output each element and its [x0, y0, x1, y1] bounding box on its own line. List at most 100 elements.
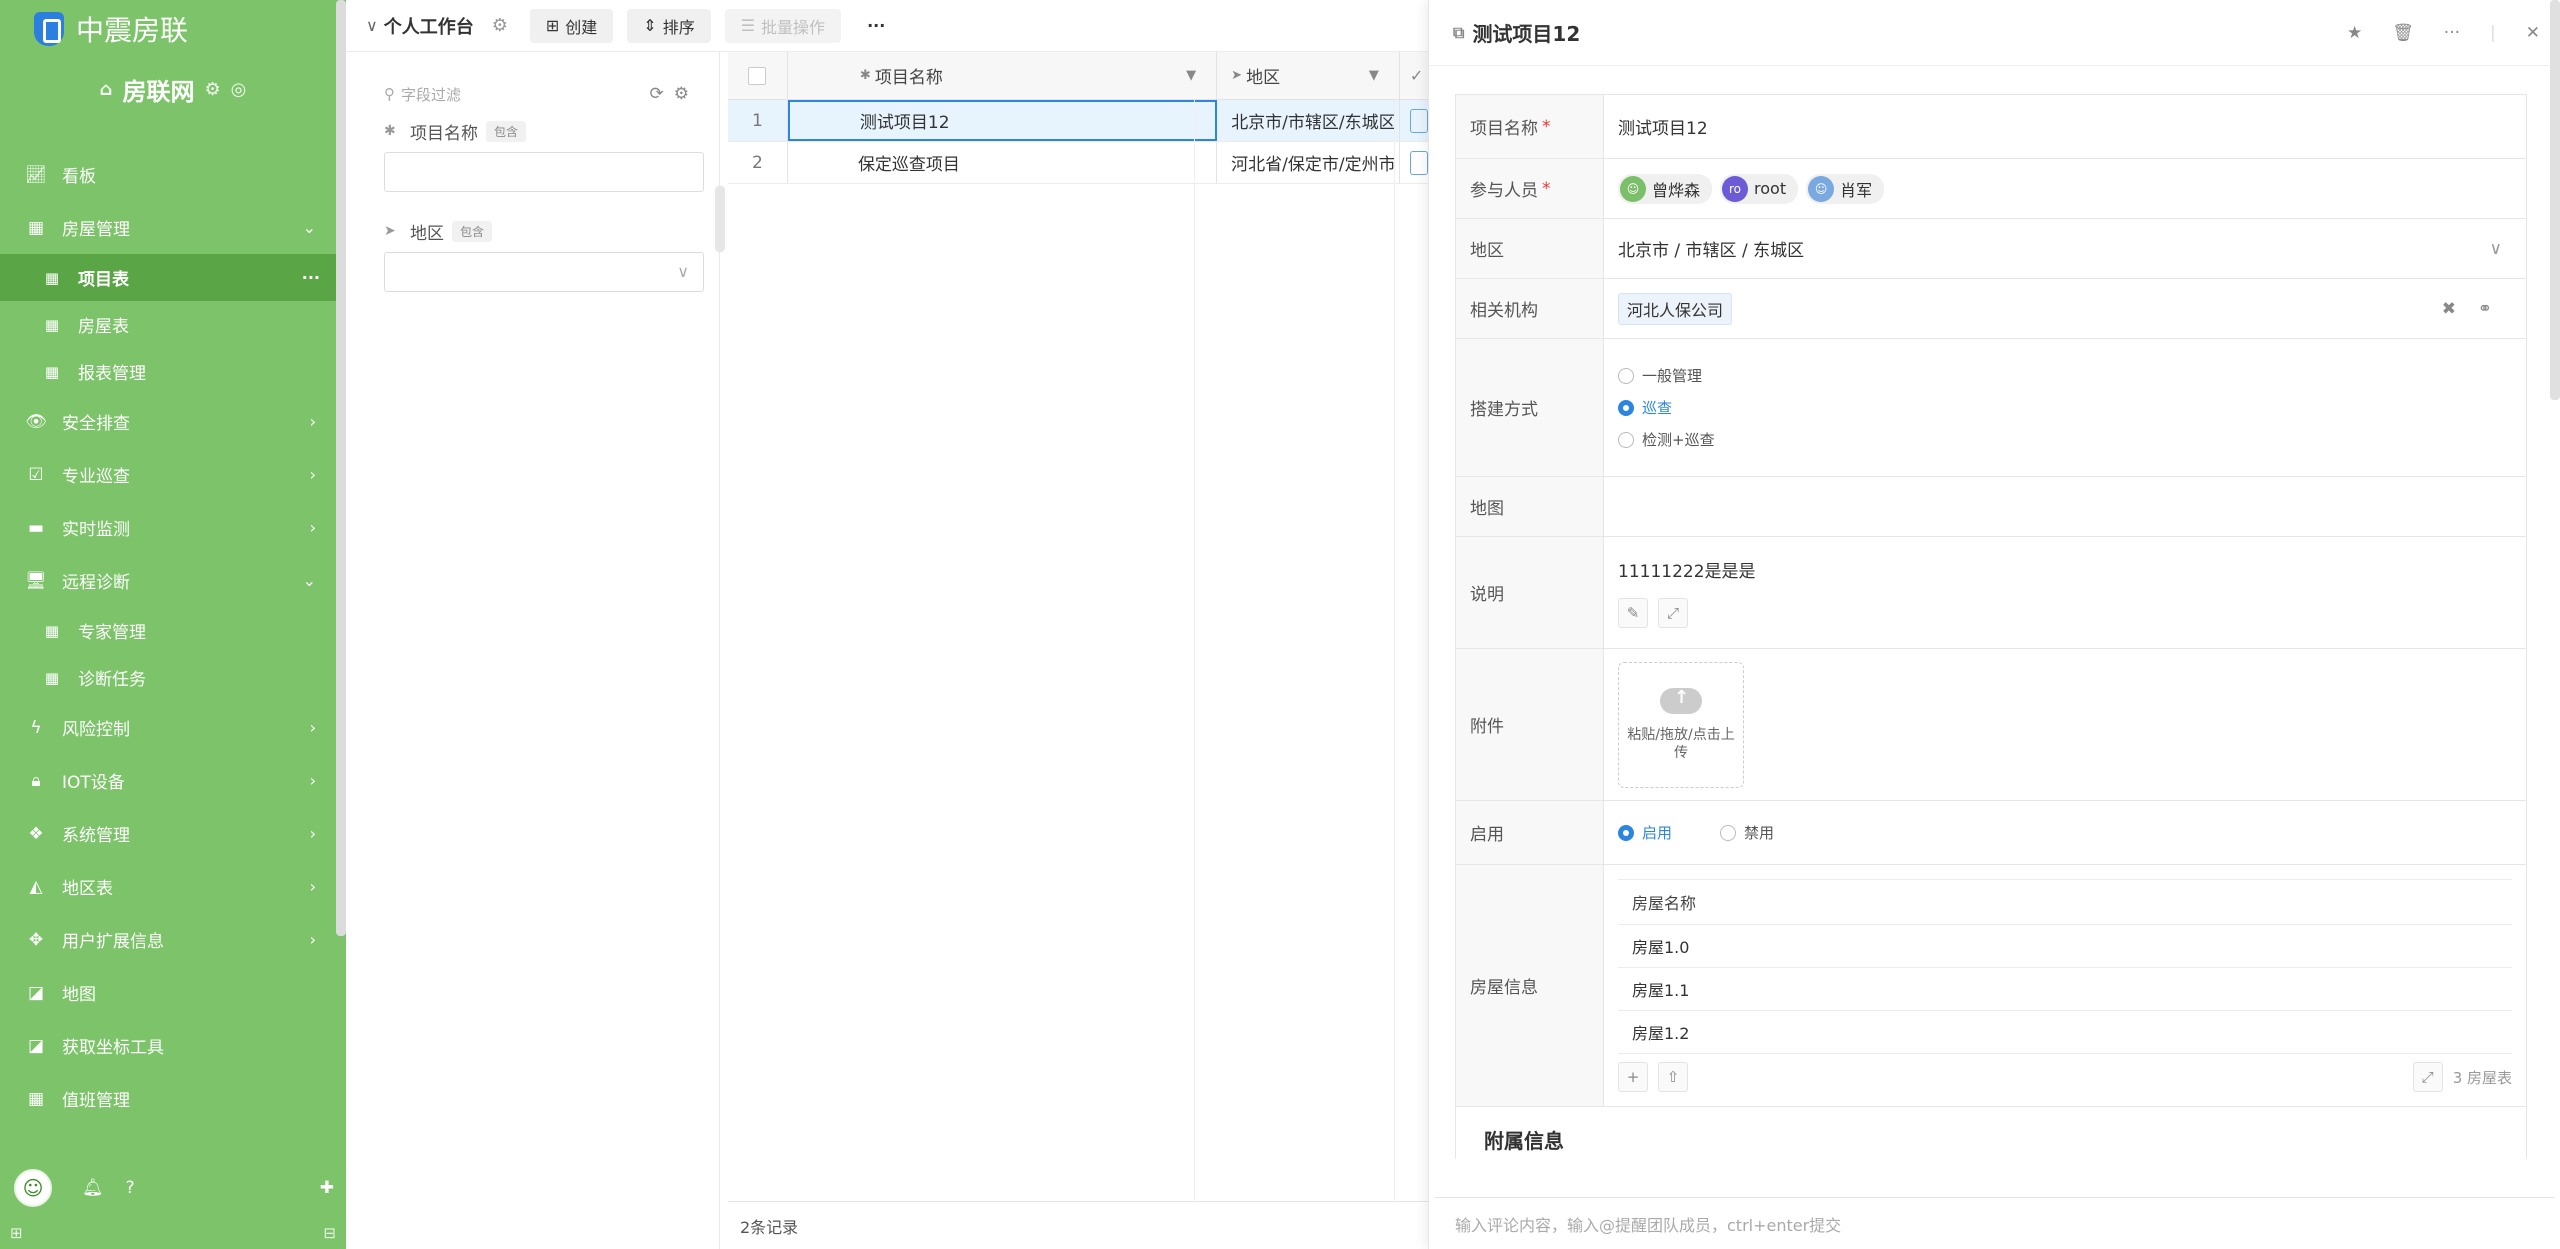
region-select[interactable]: 北京市 / 市辖区 / 东城区 ∨: [1604, 219, 2526, 278]
members-field[interactable]: ☺ 曾烨森 ro root ☺ 肖军: [1604, 159, 2526, 218]
sidebar-item-7[interactable]: ▬ 实时监测 ›: [0, 501, 336, 554]
bell-icon[interactable]: 🔔︎: [82, 1178, 104, 1198]
sidebar-item-label: 地区表: [62, 879, 113, 899]
more-icon[interactable]: ···: [302, 268, 320, 287]
sidebar-item-15[interactable]: ✥ 用户扩展信息 ›: [0, 913, 336, 966]
expand-icon[interactable]: ⊞: [10, 1224, 23, 1242]
member-chip[interactable]: ☺ 肖军: [1806, 173, 1885, 204]
edit-icon[interactable]: ✎: [1618, 598, 1648, 628]
chevron-down-icon[interactable]: ∨: [366, 16, 378, 35]
close-icon[interactable]: ✕: [2526, 23, 2540, 43]
cell-name[interactable]: 测试项目12: [787, 100, 1218, 141]
sidebar-item-3[interactable]: ▦ 房屋表: [0, 301, 336, 348]
panel-collapse-handle[interactable]: [715, 186, 725, 252]
member-name: root: [1754, 179, 1787, 198]
sidebar-item-0[interactable]: 📈︎ 看板: [0, 148, 336, 201]
caret-down-icon[interactable]: ▼: [1186, 68, 1196, 83]
collapse-icon[interactable]: ⊟: [323, 1224, 336, 1242]
select-all-checkbox[interactable]: [728, 52, 788, 99]
refresh-icon[interactable]: ⟳: [650, 84, 674, 104]
sidebar-item-4[interactable]: ▦ 报表管理: [0, 348, 336, 395]
name-filter-input[interactable]: [384, 152, 704, 192]
attach-field: 粘贴/拖放/点击上传: [1604, 649, 2526, 800]
sidebar-item-12[interactable]: 🔒︎ IOT设备 ›: [0, 754, 336, 807]
create-button[interactable]: ⊞ 创建: [529, 8, 614, 43]
table-row[interactable]: 2 保定巡查项目 河北省/保定市/定州市: [728, 142, 1428, 184]
sidebar-item-1[interactable]: ▦ 房屋管理 ⌄: [0, 201, 336, 254]
radio-option[interactable]: 一般管理: [1618, 360, 1702, 392]
comment-input[interactable]: 输入评论内容，输入@提醒团队成员，ctrl+enter提交: [1435, 1197, 2555, 1249]
cell-region[interactable]: 北京市/市辖区/东城区: [1217, 100, 1400, 141]
more-icon[interactable]: ···: [2444, 23, 2460, 43]
form-row-mode: 搭建方式 一般管理 巡查 检测+巡查: [1455, 339, 2527, 477]
cell-status[interactable]: [1400, 142, 1428, 183]
sidebar-item-6[interactable]: ☑ 专业巡查 ›: [0, 448, 336, 501]
upload-icon[interactable]: ⇧: [1658, 1062, 1688, 1092]
sidebar-item-10[interactable]: ▦ 诊断任务: [0, 654, 336, 701]
region-filter-select[interactable]: ∨: [384, 252, 704, 292]
org-field[interactable]: 河北人保公司 ✖ ⚭: [1604, 279, 2526, 338]
cell-region[interactable]: 河北省/保定市/定州市: [1217, 142, 1400, 183]
field-filter[interactable]: ⚲ 字段过滤 ⟳⚙: [366, 78, 699, 110]
avatar[interactable]: ☺: [14, 1169, 52, 1207]
sidebar-item-16[interactable]: ◪ 地图: [0, 966, 336, 1019]
enable-radio-group: 启用 禁用: [1604, 801, 2526, 864]
cell-status[interactable]: [1400, 100, 1428, 141]
radio-enable[interactable]: 启用: [1618, 817, 1672, 849]
workspace-title[interactable]: 个人工作台: [384, 13, 474, 39]
sidebar-item-14[interactable]: ◭ 地区表 ›: [0, 860, 336, 913]
sidebar-item-18[interactable]: ▦ 值班管理: [0, 1072, 336, 1125]
match-tag[interactable]: 包含: [486, 120, 527, 142]
add-user-icon[interactable]: ✚: [320, 1178, 334, 1198]
radio-option[interactable]: 巡查: [1618, 392, 1672, 424]
sidebar-item-17[interactable]: ◪ 获取坐标工具: [0, 1019, 336, 1072]
avatar: ☺: [1808, 175, 1835, 202]
list-item[interactable]: 房屋1.1: [1618, 968, 2512, 1011]
upload-dropzone[interactable]: 粘贴/拖放/点击上传: [1618, 661, 1744, 788]
list-item[interactable]: 房屋1.2: [1618, 1011, 2512, 1054]
sort-button[interactable]: ⇕ 排序: [627, 8, 711, 43]
org-tag[interactable]: 河北人保公司: [1618, 292, 1733, 325]
column-header-status[interactable]: ✓: [1400, 52, 1428, 99]
column-header-name[interactable]: ✱ 项目名称 ▼: [788, 52, 1218, 99]
match-tag[interactable]: 包含: [452, 220, 493, 242]
trash-icon[interactable]: 🗑︎: [2392, 23, 2414, 43]
batch-button[interactable]: ☰ 批量操作: [724, 8, 842, 43]
settings-icon[interactable]: ⚙: [492, 15, 508, 36]
chevron-right-icon: ›: [309, 718, 316, 737]
sidebar-scrollbar[interactable]: [336, 0, 346, 936]
member-chip[interactable]: ☺ 曾烨森: [1618, 173, 1713, 204]
sidebar-item-13[interactable]: ❖ 系统管理 ›: [0, 807, 336, 860]
cell-name[interactable]: 保定巡查项目: [788, 142, 1218, 183]
copy-icon[interactable]: ⧉: [1453, 23, 1464, 43]
gear-icon[interactable]: ⚙: [674, 84, 699, 104]
list-item[interactable]: 房屋1.0: [1618, 925, 2512, 968]
brand[interactable]: 中震房联: [0, 0, 346, 58]
detail-scrollbar[interactable]: [2550, 0, 2560, 400]
site-switcher[interactable]: ⌂ 房联网 ⚙ ◎: [0, 58, 346, 120]
gear-icon[interactable]: ⚙: [205, 79, 221, 100]
radio-option[interactable]: 检测+巡查: [1618, 424, 1715, 456]
desc-field[interactable]: 11111222是是是 ✎ ⤢: [1604, 537, 2526, 648]
more-button[interactable]: ···: [867, 16, 885, 35]
expand-icon[interactable]: ⤢: [1658, 598, 1688, 628]
map-field[interactable]: [1604, 477, 2526, 536]
sidebar-item-5[interactable]: 👁︎ 安全排查 ›: [0, 395, 336, 448]
target-icon[interactable]: ◎: [231, 79, 247, 100]
sidebar-item-2[interactable]: ▦ 项目表 ···: [0, 254, 336, 301]
link-icon[interactable]: ⚭: [2478, 299, 2492, 319]
project-name-field[interactable]: 测试项目12: [1604, 95, 2526, 158]
clear-icon[interactable]: ✖: [2442, 299, 2456, 319]
sidebar-item-9[interactable]: ▦ 专家管理: [0, 607, 336, 654]
column-header-region[interactable]: ➤ 地区 ▼: [1217, 52, 1400, 99]
help-icon[interactable]: ?: [126, 1178, 135, 1198]
sidebar-item-11[interactable]: ϟ 风险控制 ›: [0, 701, 336, 754]
radio-disable[interactable]: 禁用: [1720, 817, 1774, 849]
add-icon[interactable]: +: [1618, 1062, 1648, 1092]
member-chip[interactable]: ro root: [1720, 173, 1799, 204]
caret-down-icon[interactable]: ▼: [1369, 68, 1379, 83]
expand-icon[interactable]: ⤢: [2412, 1062, 2443, 1092]
star-icon[interactable]: ★: [2347, 23, 2362, 43]
table-row[interactable]: 1 测试项目12 北京市/市辖区/东城区: [728, 100, 1428, 142]
sidebar-item-8[interactable]: 🖥︎ 远程诊断 ⌄: [0, 554, 336, 607]
